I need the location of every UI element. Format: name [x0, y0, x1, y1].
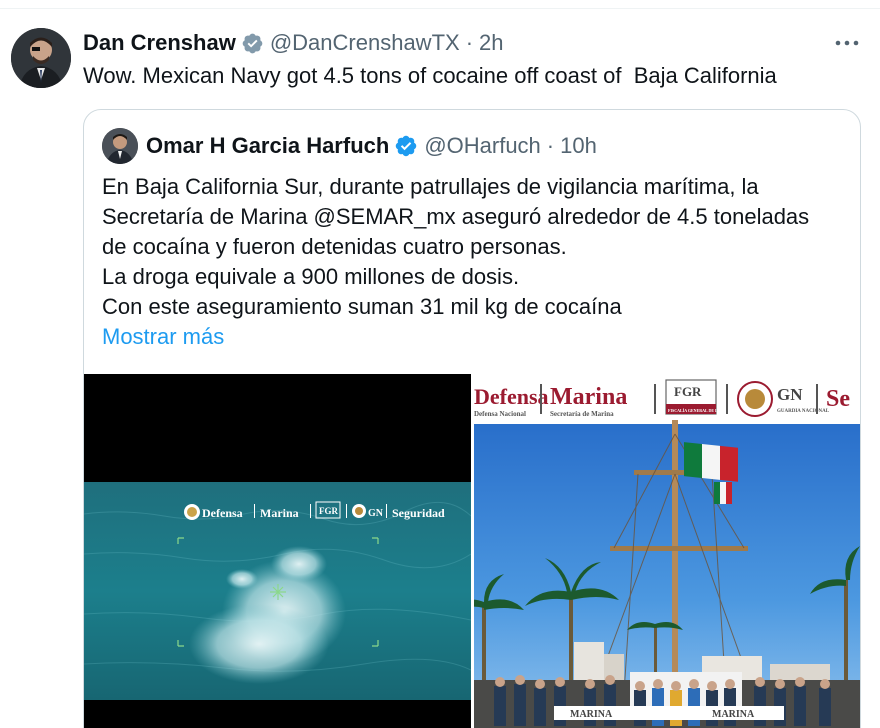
- quoted-author-handle[interactable]: @OHarfuch: [424, 133, 540, 159]
- separator-dot: ·: [465, 30, 474, 55]
- quoted-tweet-text: En Baja California Sur, durante patrulla…: [102, 172, 852, 352]
- separator-dot: ·: [546, 133, 555, 158]
- verified-badge-icon: [394, 134, 418, 158]
- podium-label: MARINA: [570, 709, 613, 720]
- banner-fgr: FGR: [319, 506, 338, 516]
- banner-marina-sub: Secretaría de Marina: [550, 410, 614, 418]
- quoted-text-line: de cocaína y fueron detenidas cuatro per…: [102, 234, 567, 259]
- media-press-conference-photo[interactable]: Defensa Defensa Nacional Marina Secretar…: [474, 374, 860, 728]
- quoted-tweet-card[interactable]: Omar H Garcia Harfuch @OHarfuch · 10h En…: [83, 109, 861, 728]
- banner-seguridad: Se: [826, 386, 850, 412]
- banner-defensa: Defensa: [202, 506, 243, 520]
- author-handle[interactable]: @DanCrenshawTX: [270, 30, 460, 56]
- show-more-link[interactable]: Mostrar más: [102, 322, 224, 352]
- banner-marina: Marina: [260, 506, 299, 520]
- banner-gn: GN: [777, 385, 803, 404]
- quoted-tweet-timestamp[interactable]: 10h: [560, 133, 597, 159]
- banner-defensa-sub: Defensa Nacional: [474, 410, 526, 418]
- banner-marina: Marina: [550, 384, 627, 410]
- quoted-tweet-header: Omar H Garcia Harfuch @OHarfuch · 10h: [146, 132, 597, 160]
- quoted-text-line: En Baja California Sur, durante patrulla…: [102, 174, 759, 199]
- podium-label: MARINA: [712, 709, 755, 720]
- tweet-text: Wow. Mexican Navy got 4.5 tons of cocain…: [83, 63, 777, 88]
- tweet-timestamp[interactable]: 2h: [479, 30, 503, 56]
- banner-gn-sub: GUARDIA NACIONAL: [777, 409, 830, 414]
- quoted-author-avatar[interactable]: [102, 128, 138, 164]
- banner-gn: GN: [368, 508, 384, 519]
- tweet-header: Dan Crenshaw @DanCrenshawTX · 2h: [83, 28, 504, 58]
- quoted-text-line: La droga equivale a 900 millones de dosi…: [102, 264, 520, 289]
- author-avatar[interactable]: [11, 28, 71, 88]
- banner-defensa: Defensa: [474, 384, 549, 409]
- more-options-icon[interactable]: [832, 30, 862, 56]
- timeline-divider: [0, 8, 880, 9]
- quoted-author-name[interactable]: Omar H Garcia Harfuch: [146, 133, 389, 159]
- banner-fgr-sub: FISCALÍA GENERAL DE LA REPÚBLICA: [668, 408, 745, 413]
- quoted-text-line: Secretaría de Marina @SEMAR_mx aseguró a…: [102, 204, 810, 229]
- banner-seguridad: Seguridad: [392, 506, 445, 520]
- media-ocean-video[interactable]: Defensa Marina FGR GN Seguridad: [84, 374, 471, 728]
- quoted-text-line: Con este aseguramiento suman 31 mil kg d…: [102, 294, 622, 319]
- banner-fgr: FGR: [674, 384, 702, 399]
- verified-badge-icon: [241, 32, 264, 55]
- author-name[interactable]: Dan Crenshaw: [83, 30, 236, 56]
